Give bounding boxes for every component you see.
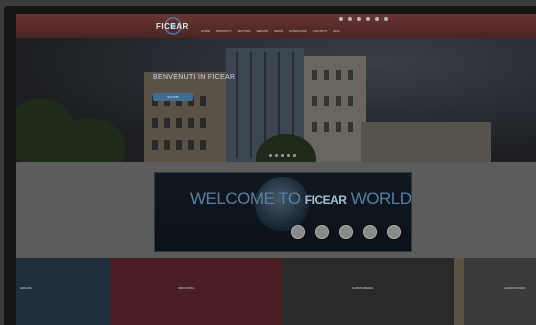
hero-slider[interactable]: BENVENUTI IN FICEAR SCOPRI xyxy=(16,38,536,162)
sector-tiles: EDILIZIA INDUSTRIA CARROZZERIA AGRICOLTU… xyxy=(16,258,536,325)
slide-dot[interactable] xyxy=(293,154,296,157)
slide-dot[interactable] xyxy=(275,154,278,157)
tools-icon[interactable] xyxy=(387,225,401,239)
nav-item-news[interactable]: NEWS xyxy=(274,29,283,34)
nav-item-download[interactable]: DOWNLOAD xyxy=(289,29,307,34)
hero-title: BENVENUTI IN FICEAR xyxy=(153,74,236,81)
main-nav: HOME PRODOTTI SETTORI SERVIZI NEWS DOWNL… xyxy=(201,29,340,34)
tile-label: EDILIZIA xyxy=(20,286,33,290)
tile-edilizia[interactable]: EDILIZIA xyxy=(16,258,110,325)
nav-item-contatti[interactable]: CONTATTI xyxy=(313,29,328,34)
tile-label: AGRICOLTURA xyxy=(504,286,526,290)
banner-logo-text: FICEAR xyxy=(304,193,347,207)
nav-item-home[interactable]: HOME xyxy=(201,29,210,34)
slide-dot[interactable] xyxy=(281,154,284,157)
social-links xyxy=(339,17,388,21)
welcome-banner[interactable]: WELCOME TO FICEAR WORLD xyxy=(154,172,412,252)
site-logo[interactable]: FICEAR xyxy=(153,16,193,36)
slide-dot[interactable] xyxy=(287,154,290,157)
tile-carrozzeria[interactable]: CARROZZERIA xyxy=(282,258,454,325)
linkedin-icon[interactable] xyxy=(357,17,361,21)
site-header: FICEAR HOME PRODOTTI SETTORI SERVIZI NEW… xyxy=(16,14,536,38)
banner-text-left: WELCOME TO xyxy=(190,189,301,208)
youtube-icon[interactable] xyxy=(366,17,370,21)
nav-item-servizi[interactable]: SERVIZI xyxy=(256,29,268,34)
building-wing xyxy=(304,56,366,162)
factory-icon[interactable] xyxy=(339,225,353,239)
tile-label: INDUSTRIA xyxy=(178,286,195,290)
nav-item-settori[interactable]: SETTORI xyxy=(238,29,251,34)
nav-item-prodotti[interactable]: PRODOTTI xyxy=(216,29,232,34)
tile-label: CARROZZERIA xyxy=(352,286,374,290)
banner-title: WELCOME TO FICEAR WORLD xyxy=(190,189,411,209)
website-screen: FICEAR HOME PRODOTTI SETTORI SERVIZI NEW… xyxy=(16,14,536,325)
facebook-icon[interactable] xyxy=(339,17,343,21)
truck-icon[interactable] xyxy=(363,225,377,239)
tile-industria[interactable]: INDUSTRIA xyxy=(110,258,282,325)
slide-dot[interactable] xyxy=(269,154,272,157)
instagram-icon[interactable] xyxy=(375,17,379,21)
building-low xyxy=(361,122,491,162)
tile-agricoltura[interactable]: AGRICOLTURA xyxy=(464,258,536,325)
gear-icon[interactable] xyxy=(291,225,305,239)
nav-item-lang[interactable]: ENG xyxy=(333,29,340,34)
slider-dots xyxy=(269,154,296,157)
logo-text: FICEAR xyxy=(156,22,189,31)
banner-icons xyxy=(291,225,401,239)
twitter-icon[interactable] xyxy=(348,17,352,21)
car-icon[interactable] xyxy=(315,225,329,239)
banner-text-right: WORLD xyxy=(350,189,412,208)
tile-divider xyxy=(454,258,464,325)
mail-icon[interactable] xyxy=(384,17,388,21)
hero-button[interactable]: SCOPRI xyxy=(153,93,193,101)
